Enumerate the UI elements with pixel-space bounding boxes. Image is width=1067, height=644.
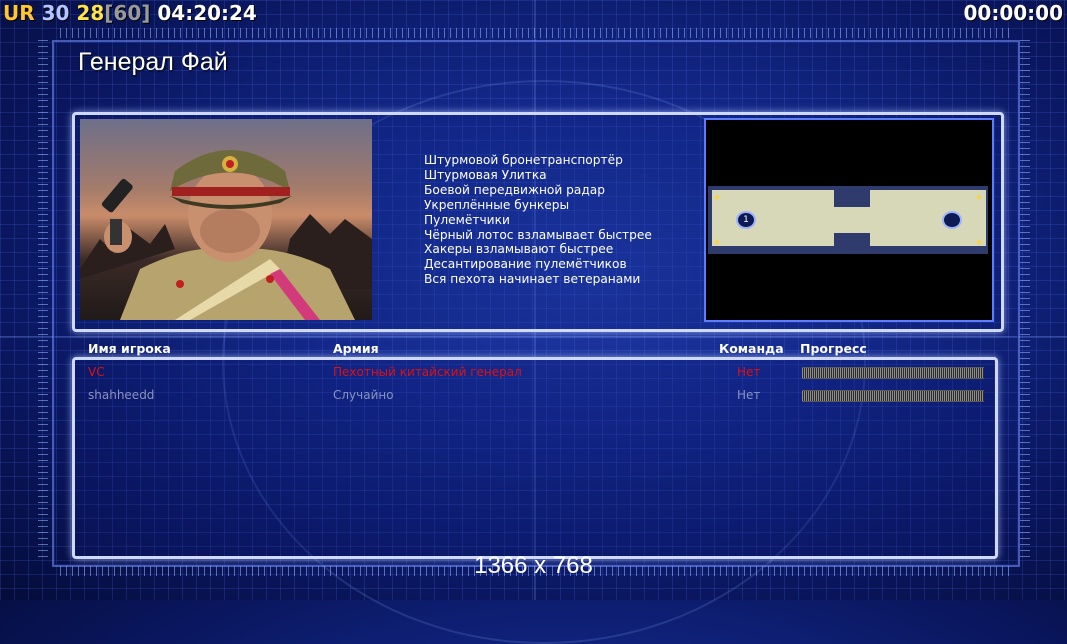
player-name: shahheedd bbox=[88, 388, 155, 402]
map-base-right bbox=[870, 190, 986, 246]
player-team: Нет bbox=[737, 365, 761, 379]
resolution-label: 1366 x 768 bbox=[474, 552, 593, 579]
hud-clock: 04:20:24 bbox=[157, 1, 257, 25]
player-row: VC Пехотный китайский генерал Нет bbox=[0, 363, 1067, 381]
feature-item: Десантирование пулемётчиков bbox=[424, 257, 627, 272]
feature-item: Укреплённые бункеры bbox=[424, 197, 570, 212]
general-portrait bbox=[80, 119, 372, 320]
hud-ur-label: UR bbox=[3, 1, 35, 25]
hud-stats: UR 30 28[60] 04:20:24 bbox=[3, 0, 257, 26]
right-ruler bbox=[1020, 40, 1030, 560]
left-ruler bbox=[38, 40, 48, 560]
map-corner-star-icon: ★ bbox=[975, 192, 984, 202]
player-army: Пехотный китайский генерал bbox=[333, 365, 522, 379]
map-base-left bbox=[712, 190, 834, 246]
header-player-name: Имя игрока bbox=[88, 341, 171, 356]
hud-timer: 00:00:00 bbox=[963, 1, 1064, 25]
feature-item: Штурмовая Улитка bbox=[424, 167, 547, 182]
hud-value-2: 28 bbox=[76, 1, 105, 25]
header-progress: Прогресс bbox=[800, 341, 867, 356]
hud-bracket-value: [60] bbox=[104, 1, 151, 25]
player-army: Случайно bbox=[333, 388, 394, 402]
player-team: Нет bbox=[737, 388, 761, 402]
map-corner-star-icon: ★ bbox=[713, 192, 722, 202]
map-corner-star-icon: ★ bbox=[975, 237, 984, 247]
player-progress-bar bbox=[802, 367, 984, 379]
general-portrait-image bbox=[80, 150, 372, 320]
feature-item: Чёрный лотос взламывает быстрее bbox=[424, 227, 652, 242]
header-team: Команда bbox=[719, 341, 784, 356]
start-position-2[interactable] bbox=[942, 211, 962, 229]
header-army: Армия bbox=[333, 341, 379, 356]
player-name: VC bbox=[88, 365, 105, 379]
top-ruler bbox=[60, 28, 1010, 38]
general-features-list: Штурмовой бронетранспортёр Штурмовая Ули… bbox=[424, 153, 652, 287]
player-progress-bar bbox=[802, 390, 984, 402]
general-title: Генерал Фай bbox=[78, 48, 228, 76]
feature-item: Вся пехота начинает ветеранами bbox=[424, 272, 641, 287]
hud-value-1: 30 bbox=[41, 1, 70, 25]
feature-item: Боевой передвижной радар bbox=[424, 182, 606, 197]
feature-item: Хакеры взламывают быстрее bbox=[424, 242, 614, 257]
player-row: shahheedd Случайно Нет bbox=[0, 386, 1067, 404]
map-corridor bbox=[834, 207, 870, 233]
map-corner-star-icon: ★ bbox=[713, 237, 722, 247]
feature-item: Пулемётчики bbox=[424, 212, 510, 227]
feature-item: Штурмовой бронетранспортёр bbox=[424, 153, 623, 167]
start-position-1[interactable]: 1 bbox=[736, 211, 756, 229]
